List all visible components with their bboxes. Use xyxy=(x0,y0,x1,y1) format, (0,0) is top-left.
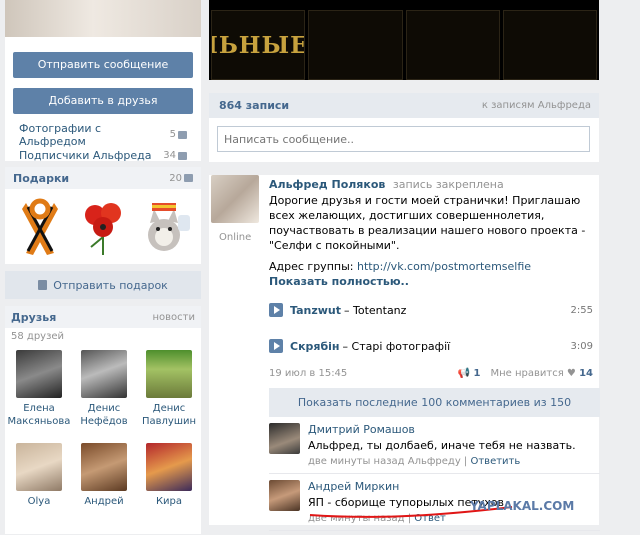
friend-avatar[interactable] xyxy=(146,443,192,491)
send-message-button[interactable]: Отправить сообщение xyxy=(13,52,193,78)
audio-track: Скрябін – Старі фотографії 3:09 xyxy=(269,332,599,360)
friend-card[interactable]: Денис Павлушин xyxy=(137,348,201,441)
add-friend-button[interactable]: Добавить в друзья xyxy=(13,88,193,114)
wall-count[interactable]: 864 записи xyxy=(219,99,289,112)
friend-name[interactable]: Olya xyxy=(7,495,71,508)
friend-card[interactable]: Кира xyxy=(137,441,201,534)
share-count: 1 xyxy=(473,368,481,379)
post-date[interactable]: 19 июл в 15:45 xyxy=(269,368,347,379)
send-gift-button[interactable]: Отправить подарок xyxy=(5,271,201,299)
comment-author[interactable]: Андрей Миркин xyxy=(308,480,504,493)
friend-avatar[interactable] xyxy=(146,350,192,398)
friend-avatar[interactable] xyxy=(81,350,127,398)
track-title: – Totentanz xyxy=(344,303,407,317)
friend-card[interactable]: Olya xyxy=(7,441,71,534)
left-column: Отправить сообщение Добавить в друзья Фо… xyxy=(5,0,201,534)
friend-card[interactable]: Денис Нефёдов xyxy=(72,348,136,441)
like-count: 14 xyxy=(579,368,593,379)
post-author-avatar[interactable] xyxy=(211,175,259,223)
friend-card[interactable]: Андрей xyxy=(72,441,136,534)
post-text: Дорогие друзья и гости моей странички! П… xyxy=(269,194,586,252)
stat-count: 34 xyxy=(163,150,176,161)
people-icon xyxy=(178,151,187,160)
wall-compose xyxy=(209,118,599,162)
post-meta: 19 июл в 15:45 📢 1 Мне нравится ♥ 14 xyxy=(269,368,599,379)
friends-news-link[interactable]: новости xyxy=(153,312,196,323)
friend-avatar[interactable] xyxy=(16,443,62,491)
comment-time[interactable]: две минуты назад Альфреду xyxy=(308,456,461,467)
stat-label: Фотографии с Альфредом xyxy=(19,121,102,148)
group-link[interactable]: http://vk.com/postmortemselfie xyxy=(357,260,531,273)
banner-text: РИТУАЛЬНЫЕ УСЛУГИ xyxy=(212,31,306,59)
pinned-label: запись закреплена xyxy=(392,178,504,191)
track-artist[interactable]: Скрябін xyxy=(290,340,340,353)
banner-photo[interactable] xyxy=(308,10,403,80)
cat-gift-icon[interactable] xyxy=(140,197,192,257)
gifts-title: Подарки xyxy=(13,171,70,185)
photos-with-link[interactable]: Фотографии с Альфредом 5 xyxy=(13,121,193,148)
comment-author[interactable]: Дмитрий Ромашов xyxy=(308,423,576,436)
post-author-name[interactable]: Альфред Поляков xyxy=(269,178,385,191)
flowers-gift-icon[interactable] xyxy=(77,197,129,257)
wall-header: 864 записи к записям Альфреда xyxy=(209,93,599,118)
friend-avatar[interactable] xyxy=(81,443,127,491)
gifts-header[interactable]: Подарки 20 xyxy=(5,167,201,189)
comment: Дмитрий Ромашов Альфред, ты долбаеб, ина… xyxy=(269,417,600,474)
gift-icon xyxy=(184,174,193,182)
ribbon-gift-icon[interactable] xyxy=(14,197,66,257)
profile-actions: Отправить сообщение Добавить в друзья Фо… xyxy=(5,37,201,162)
wall-post-input[interactable] xyxy=(217,126,590,152)
right-column: РИТУАЛЬНЫЕ УСЛУГИ 864 записи к записям А… xyxy=(209,0,600,531)
friend-name[interactable]: Денис Павлушин xyxy=(137,402,201,428)
play-icon[interactable] xyxy=(269,339,283,353)
friends-grid: Елена Максяньова Денис Нефёдов Денис Пав… xyxy=(5,348,201,534)
track-artist[interactable]: Tanzwut xyxy=(290,304,341,317)
gift-icon xyxy=(38,280,48,290)
gifts-count: 20 xyxy=(169,172,182,184)
track-title: – Старі фотографії xyxy=(342,339,451,353)
comment-text: Альфред, ты долбаеб, иначе тебя не назва… xyxy=(308,439,576,452)
track-duration: 3:09 xyxy=(570,340,593,352)
friend-name[interactable]: Елена Максяньова xyxy=(7,402,71,428)
camera-icon xyxy=(178,130,187,139)
watermark: YAPLAKAL.COM xyxy=(470,499,575,513)
friends-header: Друзья новости xyxy=(5,306,201,328)
friend-name[interactable]: Андрей xyxy=(72,495,136,508)
like-button[interactable]: Мне нравится ♥ 14 xyxy=(491,368,594,379)
gifts-list xyxy=(5,189,201,264)
online-status: Online xyxy=(219,232,252,243)
banner-photo[interactable] xyxy=(502,10,597,80)
gifts-block: Подарки 20 Отправить подарок xyxy=(5,167,201,299)
banner-photo[interactable]: РИТУАЛЬНЫЕ УСЛУГИ xyxy=(211,10,306,80)
show-more-link[interactable]: Показать полностью.. xyxy=(269,275,599,288)
play-icon[interactable] xyxy=(269,303,283,317)
audio-track: Tanzwut – Totentanz 2:55 xyxy=(269,296,599,324)
wall-filter-link[interactable]: к записям Альфреда xyxy=(482,100,591,111)
commenter-avatar[interactable] xyxy=(269,423,300,454)
friends-block: Друзья новости 58 друзей Елена Максяньов… xyxy=(5,306,201,534)
show-comments-button[interactable]: Показать последние 100 комментариев из 1… xyxy=(269,388,600,417)
photo-banner[interactable]: РИТУАЛЬНЫЕ УСЛУГИ xyxy=(209,0,599,80)
send-gift-label: Отправить подарок xyxy=(53,278,168,292)
followers-link[interactable]: Подписчики Альфреда 34 xyxy=(13,145,193,166)
banner-photo[interactable] xyxy=(405,10,500,80)
reply-link[interactable]: Ответить xyxy=(470,456,520,467)
track-duration: 2:55 xyxy=(570,304,593,316)
stat-label: Подписчики Альфреда xyxy=(19,149,152,162)
friend-card[interactable]: Елена Максяньова xyxy=(7,348,71,441)
profile-photo[interactable] xyxy=(5,0,201,37)
commenter-avatar[interactable] xyxy=(269,480,300,511)
friends-count: 58 друзей xyxy=(11,331,65,342)
link-prefix: Адрес группы: xyxy=(269,260,354,273)
friend-avatar[interactable] xyxy=(16,350,62,398)
share-button[interactable]: 📢 1 xyxy=(458,368,481,379)
stat-count: 5 xyxy=(169,129,176,140)
friends-title[interactable]: Друзья xyxy=(11,311,56,324)
friend-name[interactable]: Денис Нефёдов xyxy=(72,402,136,428)
friend-name[interactable]: Кира xyxy=(137,495,201,508)
like-label: Мне нравится xyxy=(490,368,564,379)
wall-post: Online Альфред Поляков запись закреплена… xyxy=(209,175,600,531)
wall-block: 864 записи к записям Альфреда xyxy=(209,93,599,162)
